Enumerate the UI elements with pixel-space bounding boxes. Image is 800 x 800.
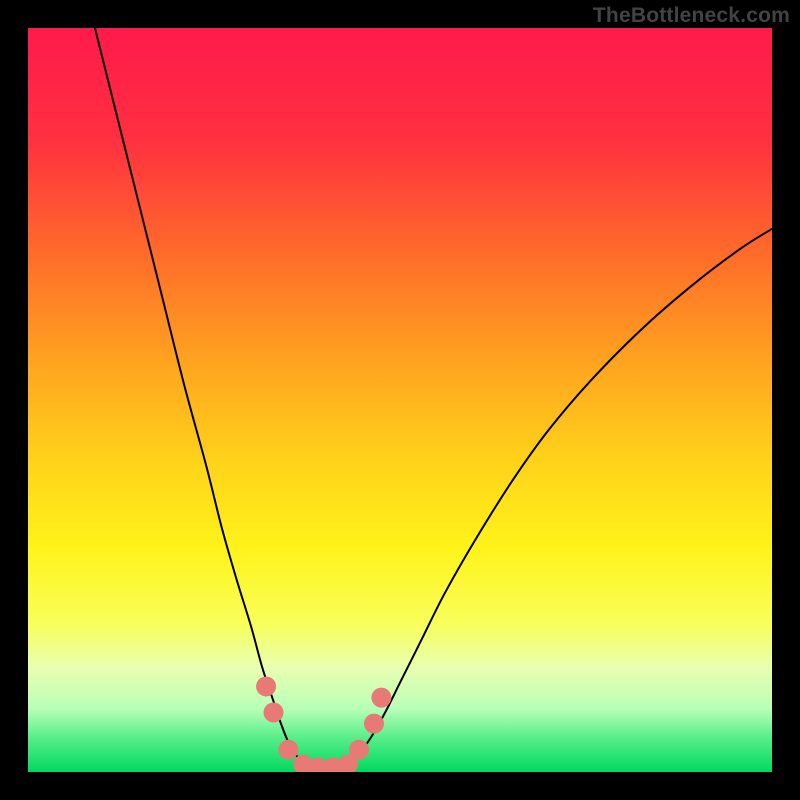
marker-valley-markers: [364, 714, 384, 734]
marker-valley-markers: [264, 702, 284, 722]
marker-valley-markers: [349, 740, 369, 760]
marker-valley-markers: [256, 676, 276, 696]
watermark-text: TheBottleneck.com: [593, 4, 790, 28]
chart-frame: TheBottleneck.com: [0, 0, 800, 800]
plot-area: [28, 28, 772, 772]
gradient-background: [28, 28, 772, 772]
marker-valley-markers: [371, 688, 391, 708]
chart-svg: [28, 28, 772, 772]
marker-valley-markers: [278, 740, 298, 760]
